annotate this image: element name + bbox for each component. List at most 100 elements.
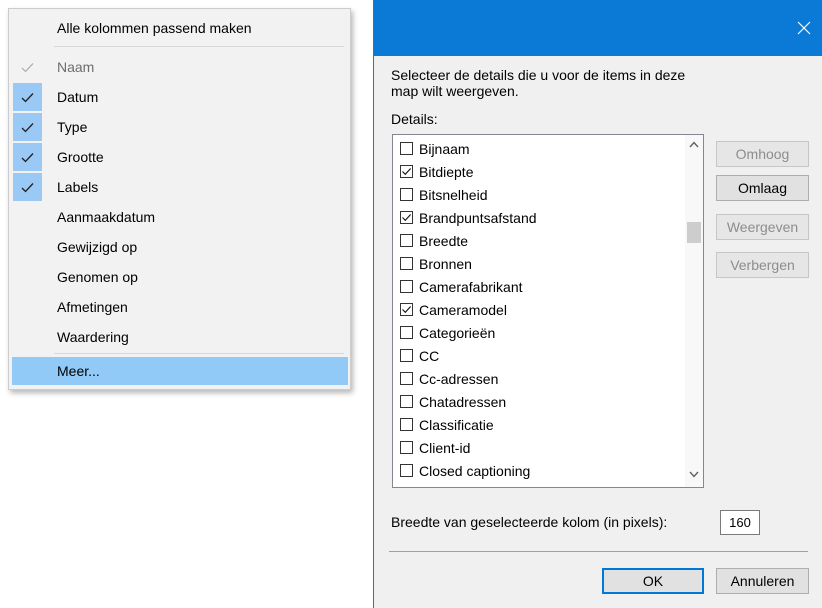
menu-item-datum[interactable]: Datum (12, 83, 348, 111)
details-list-item-label: Chatadressen (419, 393, 507, 410)
chevron-up-icon (689, 140, 699, 147)
menu-separator (54, 46, 344, 47)
ok-button[interactable]: OK (602, 568, 704, 594)
check-icon (402, 214, 412, 222)
details-list-item-label: Bijnaam (419, 140, 470, 157)
dialog-title-bar (374, 0, 822, 56)
close-button[interactable] (786, 0, 822, 56)
checkbox[interactable] (400, 372, 413, 385)
menu-item-fit-all-columns[interactable]: Alle kolommen passend maken (12, 14, 348, 42)
checkbox[interactable] (400, 257, 413, 270)
checkbox[interactable] (400, 188, 413, 201)
checkbox[interactable] (400, 464, 413, 477)
check-icon (13, 143, 42, 171)
menu-item-gewijzigd-op[interactable]: Gewijzigd op (12, 233, 348, 261)
move-down-button[interactable]: Omlaag (716, 175, 809, 201)
menu-item-label: Alle kolommen passend maken (57, 20, 252, 36)
menu-item-meer[interactable]: Meer... (12, 357, 348, 385)
details-list-item[interactable]: Bitdiepte (400, 160, 473, 183)
dialog-instructions: Selecteer de details die u voor de items… (391, 67, 686, 99)
check-icon (13, 53, 42, 81)
checkbox[interactable] (400, 326, 413, 339)
details-list-item-label: Bitdiepte (419, 163, 474, 180)
details-list-item[interactable]: Camerafabrikant (400, 275, 523, 298)
details-list-item-label: Cc-adressen (419, 370, 499, 387)
details-list-item[interactable]: Bronnen (400, 252, 472, 275)
checkbox[interactable] (400, 280, 413, 293)
check-icon (402, 168, 412, 176)
menu-item-label: Grootte (57, 149, 104, 165)
details-list-item-label: Cameramodel (419, 301, 507, 318)
check-icon (13, 83, 42, 111)
checkbox-checked[interactable] (400, 303, 413, 316)
chevron-down-icon (689, 471, 699, 478)
vertical-scrollbar[interactable] (685, 135, 703, 487)
menu-item-waardering[interactable]: Waardering (12, 323, 348, 351)
menu-item-label: Genomen op (57, 269, 138, 285)
check-icon (402, 306, 412, 314)
details-list-item-label: CC (419, 347, 440, 364)
checkbox[interactable] (400, 234, 413, 247)
checkbox[interactable] (400, 395, 413, 408)
show-button[interactable]: Weergeven (716, 214, 809, 240)
column-width-input[interactable]: 160 (720, 510, 760, 535)
details-list-item-label: Client-id (419, 439, 471, 456)
details-list-item[interactable]: Closed captioning (400, 459, 530, 482)
details-list-item-label: Classificatie (419, 416, 494, 433)
menu-item-label: Afmetingen (57, 299, 128, 315)
scroll-up-button[interactable] (685, 135, 703, 153)
details-list-item-label: Closed captioning (419, 462, 531, 479)
details-list-item[interactable]: Bijnaam (400, 137, 470, 160)
checkbox-checked[interactable] (400, 165, 413, 178)
close-icon (797, 21, 811, 35)
details-list-item-label: Camerafabrikant (419, 278, 523, 295)
details-list-item-partial[interactable] (400, 482, 419, 488)
menu-separator (54, 353, 344, 354)
details-list-item[interactable]: Bitsnelheid (400, 183, 488, 206)
details-list-item[interactable]: Categorieën (400, 321, 495, 344)
menu-item-aanmaakdatum[interactable]: Aanmaakdatum (12, 203, 348, 231)
menu-item-genomen-op[interactable]: Genomen op (12, 263, 348, 291)
checkbox[interactable] (400, 441, 413, 454)
details-list-item-label: Bitsnelheid (419, 186, 488, 203)
details-list-item-label: Breedte (419, 232, 469, 249)
column-width-label: Breedte van geselecteerde kolom (in pixe… (391, 514, 668, 530)
checkbox[interactable] (400, 418, 413, 431)
menu-item-grootte[interactable]: Grootte (12, 143, 348, 171)
details-list-item[interactable]: CC (400, 344, 439, 367)
cancel-button[interactable]: Annuleren (716, 568, 809, 594)
checkbox[interactable] (400, 142, 413, 155)
checkbox-checked[interactable] (400, 211, 413, 224)
details-list-item[interactable]: Client-id (400, 436, 470, 459)
move-up-button[interactable]: Omhoog (716, 141, 809, 167)
details-list-item[interactable]: Breedte (400, 229, 468, 252)
scroll-down-button[interactable] (685, 465, 703, 483)
details-list-item[interactable]: Cc-adressen (400, 367, 498, 390)
menu-item-naam: Naam (12, 53, 348, 81)
checkbox[interactable] (400, 487, 413, 488)
details-label: Details: (391, 111, 438, 127)
menu-item-afmetingen[interactable]: Afmetingen (12, 293, 348, 321)
menu-item-label: Aanmaakdatum (57, 209, 156, 225)
menu-item-label: Labels (57, 179, 99, 195)
dialog-separator (389, 551, 808, 552)
details-list-item[interactable]: Brandpuntsafstand (400, 206, 537, 229)
details-list-item[interactable]: Cameramodel (400, 298, 507, 321)
menu-item-label: Gewijzigd op (57, 239, 138, 255)
menu-item-label: Type (57, 119, 88, 135)
details-list[interactable]: Bijnaam Bitdiepte Bitsnelheid Brandpuntsafs… (392, 134, 704, 488)
check-icon (13, 173, 42, 201)
choose-details-dialog: Selecteer de details die u voor de items… (373, 0, 822, 608)
menu-item-label: Datum (57, 89, 99, 105)
details-list-item-label: Bronnen (419, 255, 472, 272)
scroll-thumb[interactable] (687, 222, 701, 243)
menu-item-label: Waardering (57, 329, 129, 345)
details-list-item-label: Brandpuntsafstand (419, 209, 537, 226)
menu-item-type[interactable]: Type (12, 113, 348, 141)
details-list-item[interactable]: Chatadressen (400, 390, 506, 413)
hide-button[interactable]: Verbergen (716, 252, 809, 278)
menu-item-labels[interactable]: Labels (12, 173, 348, 201)
checkbox[interactable] (400, 349, 413, 362)
menu-item-label: Meer... (57, 363, 100, 379)
details-list-item[interactable]: Classificatie (400, 413, 494, 436)
